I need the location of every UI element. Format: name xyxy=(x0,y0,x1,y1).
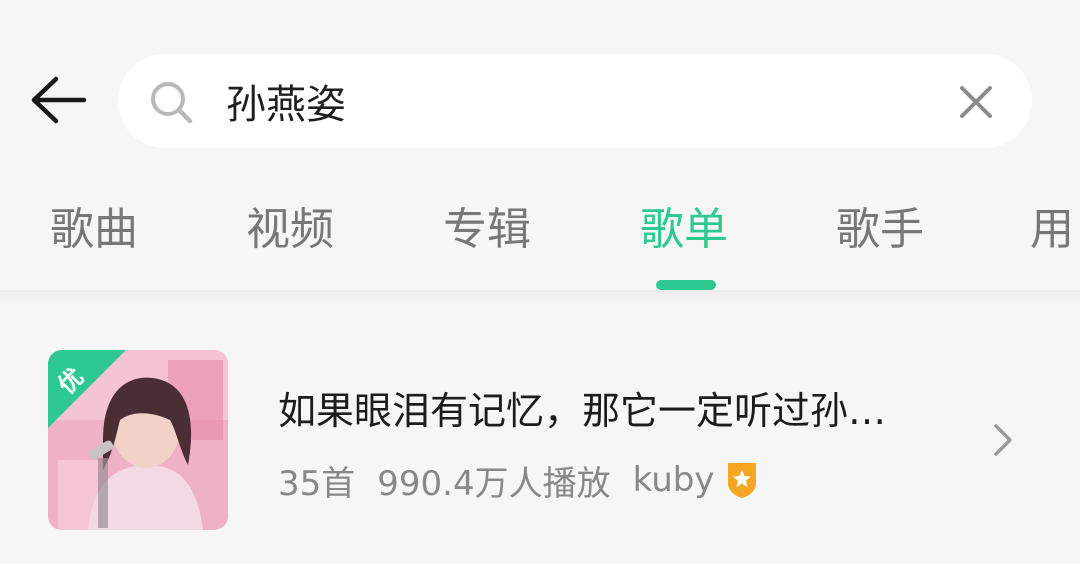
playlist-title: 如果眼泪有记忆，那它一定听过孙… xyxy=(278,389,887,433)
tab-users[interactable]: 用 xyxy=(1030,200,1074,260)
quality-badge xyxy=(48,350,126,428)
search-icon xyxy=(151,82,193,124)
tab-albums[interactable]: 专辑 xyxy=(443,200,531,260)
search-results-screen: 歌曲 视频 专辑 歌单 歌手 用 优 如果眼泪 xyxy=(0,0,1080,564)
song-count: 35首 xyxy=(278,463,356,504)
result-tabs: 歌曲 视频 专辑 歌单 歌手 用 xyxy=(0,180,1080,290)
close-icon[interactable] xyxy=(954,80,998,124)
play-count: 990.4万人播放 xyxy=(377,463,611,504)
chevron-right-icon xyxy=(994,424,1012,456)
tab-songs[interactable]: 歌曲 xyxy=(50,200,138,260)
tab-playlists[interactable]: 歌单 xyxy=(640,200,728,260)
playlist-meta: 35首 990.4万人播放 kuby xyxy=(278,454,759,506)
arrow-left-icon xyxy=(31,76,87,124)
vip-shield-icon xyxy=(727,463,756,498)
playlist-owner[interactable]: kuby xyxy=(633,460,715,500)
search-box[interactable] xyxy=(118,54,1032,148)
search-input[interactable] xyxy=(226,70,926,132)
tabs-divider xyxy=(0,290,1080,306)
tab-artists[interactable]: 歌手 xyxy=(836,200,924,260)
playlist-result-item[interactable]: 优 如果眼泪有记忆，那它一定听过孙… 35首 990.4万人播放 kuby xyxy=(0,330,1080,550)
active-tab-indicator xyxy=(656,280,716,290)
tab-videos[interactable]: 视频 xyxy=(246,200,334,260)
back-button[interactable] xyxy=(26,70,90,130)
playlist-cover: 优 xyxy=(48,350,228,530)
